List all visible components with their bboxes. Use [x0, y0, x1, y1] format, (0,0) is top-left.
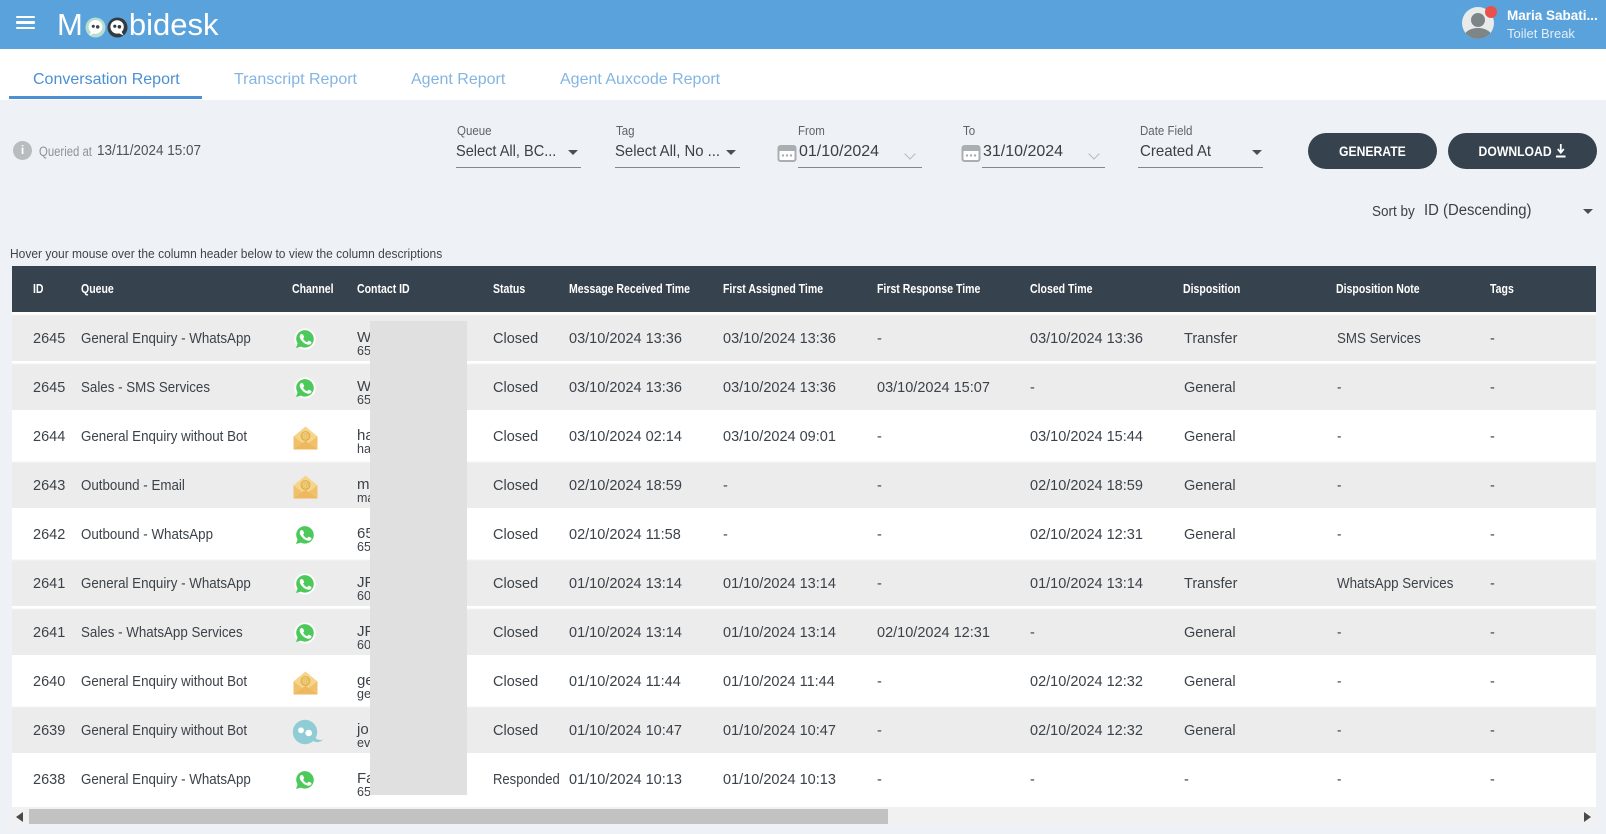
svg-text:@: @	[301, 481, 309, 490]
svg-text:@: @	[301, 432, 309, 441]
svg-text:@: @	[301, 677, 309, 686]
